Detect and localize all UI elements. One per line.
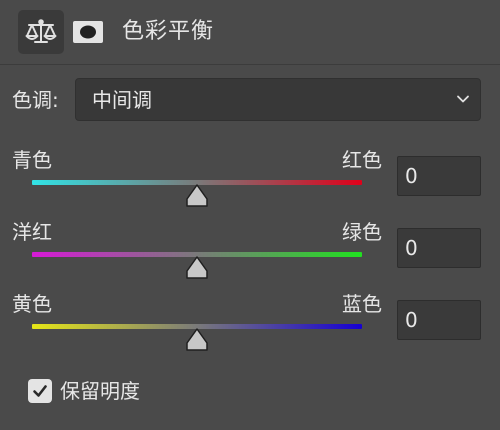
tone-label: 色调:	[12, 88, 59, 112]
mask-properties-tab[interactable]	[72, 18, 104, 46]
magenta-green-thumb[interactable]	[184, 256, 210, 280]
tone-select-value: 中间调	[92, 88, 152, 112]
properties-header: 色彩平衡	[0, 0, 500, 64]
magenta-label: 洋红	[12, 220, 52, 244]
preserve-luminosity-checkbox[interactable]	[28, 379, 52, 403]
yellow-blue-value-field[interactable]: 0	[397, 300, 481, 340]
yellow-blue-thumb[interactable]	[184, 328, 210, 352]
cyan-red-thumb[interactable]	[184, 184, 210, 208]
yellow-label: 黄色	[12, 292, 52, 316]
blue-label: 蓝色	[342, 292, 382, 316]
yellow-blue-slider-group: 黄色 蓝色 0	[0, 284, 500, 354]
header-divider	[0, 64, 500, 65]
panel-title: 色彩平衡	[122, 19, 215, 44]
cyan-label: 青色	[12, 148, 52, 172]
tone-select[interactable]: 中间调	[75, 78, 481, 121]
green-label: 绿色	[342, 220, 382, 244]
balance-scale-icon	[25, 19, 57, 43]
checkmark-icon	[33, 385, 47, 397]
chevron-down-icon	[457, 95, 469, 103]
cyan-red-value-field[interactable]: 0	[397, 156, 481, 196]
magenta-green-value-field[interactable]: 0	[397, 228, 481, 268]
magenta-green-slider-group: 洋红 绿色 0	[0, 212, 500, 282]
layer-mask-icon	[73, 21, 103, 43]
adjustment-properties-tab[interactable]	[18, 10, 64, 54]
red-label: 红色	[342, 148, 382, 172]
preserve-luminosity-label: 保留明度	[60, 379, 140, 403]
cyan-red-slider-group: 青色 红色 0	[0, 140, 500, 210]
